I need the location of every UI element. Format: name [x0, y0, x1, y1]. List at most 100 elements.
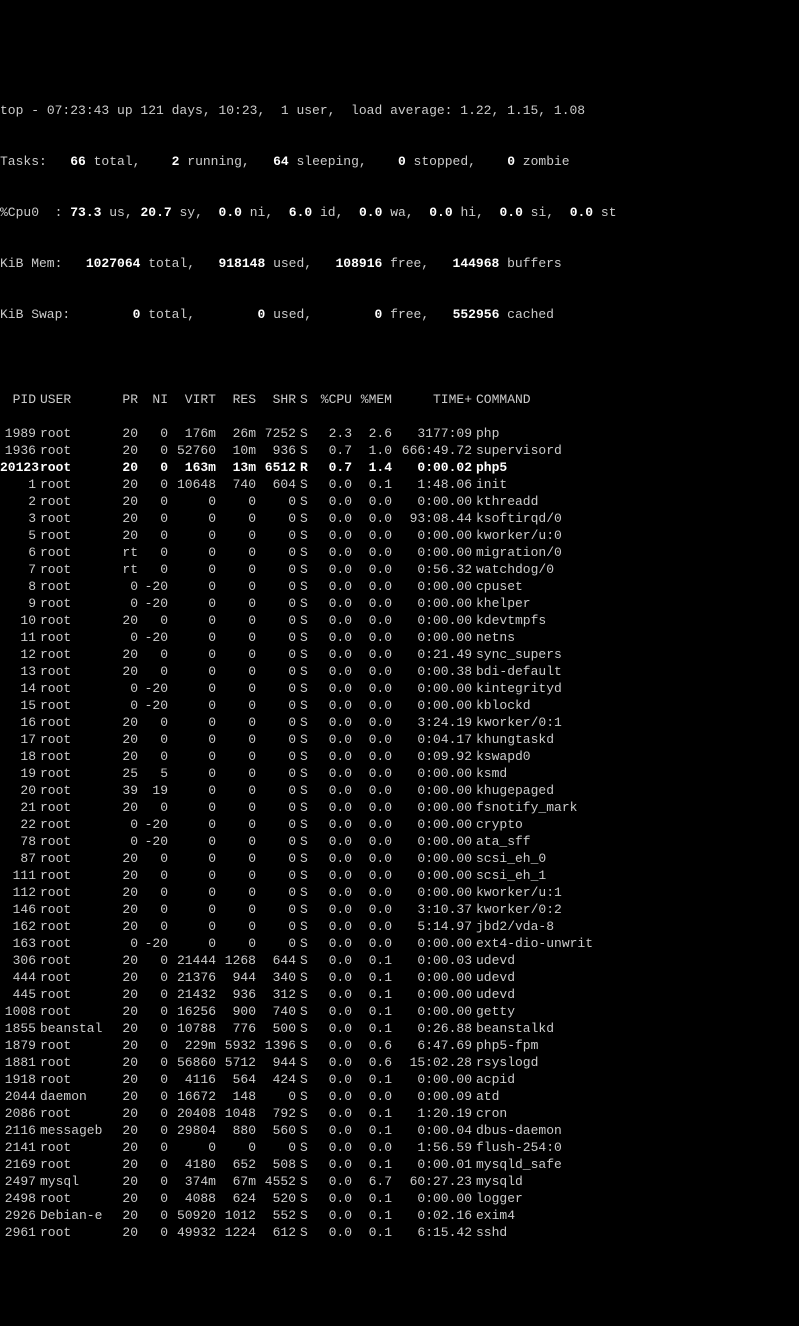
process-row[interactable]: 2044daemon200166721480S0.00.00:00.09atd	[0, 1088, 799, 1105]
header-shr[interactable]: SHR	[260, 391, 300, 408]
process-row[interactable]: 2926Debian-e200509201012552S0.00.10:02.1…	[0, 1207, 799, 1224]
process-res: 0	[220, 714, 260, 731]
header-s[interactable]: S	[300, 391, 316, 408]
header-ni[interactable]: NI	[142, 391, 172, 408]
process-res: 0	[220, 612, 260, 629]
process-cpu: 0.0	[316, 612, 356, 629]
process-time: 666:49.72	[396, 442, 476, 459]
process-user: root	[40, 476, 112, 493]
process-row[interactable]: 78root0-20000S0.00.00:00.00ata_sff	[0, 833, 799, 850]
header-mem[interactable]: %MEM	[356, 391, 396, 408]
process-row[interactable]: 14root0-20000S0.00.00:00.00kintegrityd	[0, 680, 799, 697]
process-row[interactable]: 10root200000S0.00.00:00.00kdevtmpfs	[0, 612, 799, 629]
process-row[interactable]: 1008root20016256900740S0.00.10:00.00gett…	[0, 1003, 799, 1020]
process-row[interactable]: 146root200000S0.00.03:10.37kworker/0:2	[0, 901, 799, 918]
process-row[interactable]: 2116messageb20029804880560S0.00.10:00.04…	[0, 1122, 799, 1139]
header-pid[interactable]: PID	[0, 391, 40, 408]
process-row[interactable]: 2086root200204081048792S0.00.11:20.19cro…	[0, 1105, 799, 1122]
process-row[interactable]: 2169root2004180652508S0.00.10:00.01mysql…	[0, 1156, 799, 1173]
header-pr[interactable]: PR	[112, 391, 142, 408]
process-row[interactable]: 12root200000S0.00.00:21.49sync_supers	[0, 646, 799, 663]
process-row[interactable]: 6rootrt0000S0.00.00:00.00migration/0	[0, 544, 799, 561]
process-row[interactable]: 2141root200000S0.00.01:56.59flush-254:0	[0, 1139, 799, 1156]
process-ni: 0	[142, 612, 172, 629]
process-shr: 604	[260, 476, 300, 493]
process-pid: 20	[0, 782, 40, 799]
process-row[interactable]: 162root200000S0.00.05:14.97jbd2/vda-8	[0, 918, 799, 935]
process-user: beanstal	[40, 1020, 112, 1037]
process-row[interactable]: 15root0-20000S0.00.00:00.00kblockd	[0, 697, 799, 714]
process-row[interactable]: 1881root200568605712944S0.00.615:02.28rs…	[0, 1054, 799, 1071]
process-row[interactable]: 87root200000S0.00.00:00.00scsi_eh_0	[0, 850, 799, 867]
process-s: S	[300, 1037, 316, 1054]
process-row[interactable]: 19root255000S0.00.00:00.00ksmd	[0, 765, 799, 782]
process-table-header[interactable]: PID USER PR NI VIRT RES SHR S %CPU %MEM …	[0, 391, 799, 408]
process-row[interactable]: 9root0-20000S0.00.00:00.00khelper	[0, 595, 799, 612]
process-ni: 0	[142, 986, 172, 1003]
process-row[interactable]: 1root20010648740604S0.00.11:48.06init	[0, 476, 799, 493]
process-row[interactable]: 112root200000S0.00.00:00.00kworker/u:1	[0, 884, 799, 901]
process-row[interactable]: 22root0-20000S0.00.00:00.00crypto	[0, 816, 799, 833]
process-shr: 612	[260, 1224, 300, 1241]
process-row[interactable]: 5root200000S0.00.00:00.00kworker/u:0	[0, 527, 799, 544]
process-virt: 0	[172, 629, 220, 646]
process-cmd: bdi-default	[476, 663, 799, 680]
process-res: 1224	[220, 1224, 260, 1241]
process-row[interactable]: 3root200000S0.00.093:08.44ksoftirqd/0	[0, 510, 799, 527]
process-shr: 6512	[260, 459, 300, 476]
header-virt[interactable]: VIRT	[172, 391, 220, 408]
header-res[interactable]: RES	[220, 391, 260, 408]
process-row[interactable]: 1855beanstal20010788776500S0.00.10:26.88…	[0, 1020, 799, 1037]
process-ni: 0	[142, 1122, 172, 1139]
process-res: 0	[220, 578, 260, 595]
process-user: root	[40, 459, 112, 476]
header-cpu[interactable]: %CPU	[316, 391, 356, 408]
process-row[interactable]: 20123root200163m13m6512R0.71.40:00.02php…	[0, 459, 799, 476]
process-res: 13m	[220, 459, 260, 476]
process-cpu: 0.0	[316, 867, 356, 884]
process-s: S	[300, 1190, 316, 1207]
process-cmd: ksoftirqd/0	[476, 510, 799, 527]
process-row[interactable]: 8root0-20000S0.00.00:00.00cpuset	[0, 578, 799, 595]
process-row[interactable]: 163root0-20000S0.00.00:00.00ext4-dio-unw…	[0, 935, 799, 952]
process-row[interactable]: 16root200000S0.00.03:24.19kworker/0:1	[0, 714, 799, 731]
process-user: root	[40, 731, 112, 748]
process-row[interactable]: 13root200000S0.00.00:00.38bdi-default	[0, 663, 799, 680]
process-pid: 15	[0, 697, 40, 714]
process-row[interactable]: 444root20021376944340S0.00.10:00.00udevd	[0, 969, 799, 986]
process-pr: 20	[112, 1054, 142, 1071]
process-cpu: 0.0	[316, 493, 356, 510]
process-ni: 0	[142, 1071, 172, 1088]
process-row[interactable]: 18root200000S0.00.00:09.92kswapd0	[0, 748, 799, 765]
header-user[interactable]: USER	[40, 391, 112, 408]
process-row[interactable]: 1879root200229m59321396S0.00.66:47.69php…	[0, 1037, 799, 1054]
process-row[interactable]: 1936root2005276010m936S0.71.0666:49.72su…	[0, 442, 799, 459]
process-virt: 52760	[172, 442, 220, 459]
process-row[interactable]: 2root200000S0.00.00:00.00kthreadd	[0, 493, 799, 510]
process-virt: 16672	[172, 1088, 220, 1105]
process-user: root	[40, 663, 112, 680]
process-row[interactable]: 20root3919000S0.00.00:00.00khugepaged	[0, 782, 799, 799]
process-pr: 20	[112, 1139, 142, 1156]
process-time: 0:00.00	[396, 578, 476, 595]
process-row[interactable]: 1918root2004116564424S0.00.10:00.00acpid	[0, 1071, 799, 1088]
process-time: 0:00.00	[396, 867, 476, 884]
process-row[interactable]: 2498root2004088624520S0.00.10:00.00logge…	[0, 1190, 799, 1207]
process-row[interactable]: 11root0-20000S0.00.00:00.00netns	[0, 629, 799, 646]
process-row[interactable]: 17root200000S0.00.00:04.17khungtaskd	[0, 731, 799, 748]
process-ni: 0	[142, 425, 172, 442]
process-row[interactable]: 1989root200176m26m7252S2.32.63177:09php	[0, 425, 799, 442]
process-row[interactable]: 2961root200499321224612S0.00.16:15.42ssh…	[0, 1224, 799, 1241]
process-user: messageb	[40, 1122, 112, 1139]
process-row[interactable]: 7rootrt0000S0.00.00:56.32watchdog/0	[0, 561, 799, 578]
process-s: S	[300, 510, 316, 527]
process-s: S	[300, 1139, 316, 1156]
header-time[interactable]: TIME+	[396, 391, 476, 408]
process-row[interactable]: 445root20021432936312S0.00.10:00.00udevd	[0, 986, 799, 1003]
header-cmd[interactable]: COMMAND	[476, 391, 799, 408]
process-row[interactable]: 21root200000S0.00.00:00.00fsnotify_mark	[0, 799, 799, 816]
process-res: 944	[220, 969, 260, 986]
process-row[interactable]: 111root200000S0.00.00:00.00scsi_eh_1	[0, 867, 799, 884]
process-row[interactable]: 2497mysql200374m67m4552S0.06.760:27.23my…	[0, 1173, 799, 1190]
process-pr: 20	[112, 850, 142, 867]
